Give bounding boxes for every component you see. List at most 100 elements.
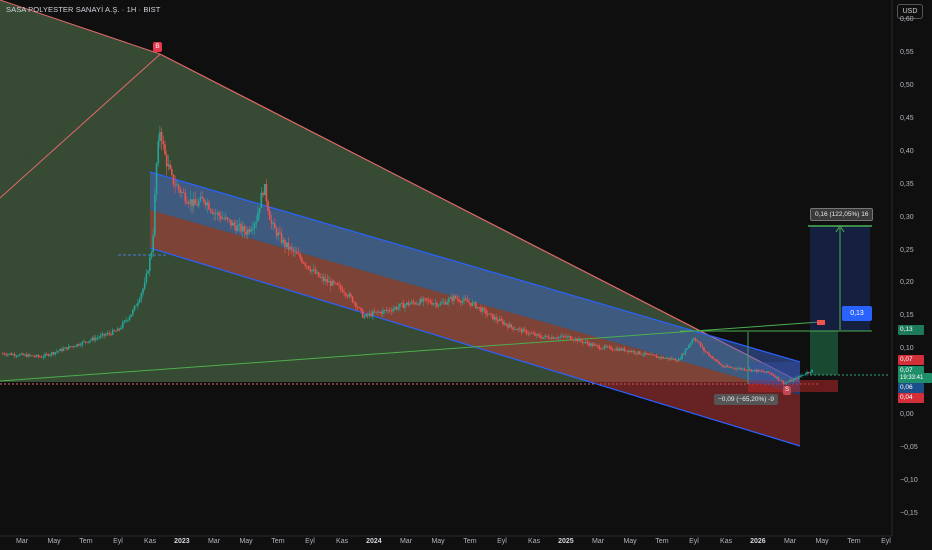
candle-body (268, 210, 271, 220)
candle-body (601, 348, 604, 350)
candle-body (290, 247, 293, 249)
candle-body (613, 349, 616, 351)
candle-body (431, 302, 433, 305)
candle-body (165, 154, 168, 167)
x-tick-label: Tem (271, 538, 285, 545)
candle-body (113, 330, 116, 332)
candle-body (608, 346, 611, 348)
candle-body (586, 341, 589, 344)
candle-body (415, 303, 418, 305)
candle-body (366, 314, 369, 316)
candle-body (370, 313, 372, 317)
long-measure-label: 0,16 (122,05%) 16 (810, 208, 874, 221)
candle-body (42, 356, 45, 358)
candle-body (693, 338, 695, 341)
candle-body (393, 307, 396, 310)
x-tick-label: Mar (207, 538, 221, 545)
candle-body (267, 201, 269, 211)
candle-body (306, 265, 308, 267)
candle-body (47, 354, 50, 356)
candle-body (434, 302, 437, 304)
candle-body (442, 301, 445, 303)
target-price-badge[interactable]: 0,13 (842, 306, 872, 321)
candle-body (488, 313, 491, 315)
candle-body (81, 341, 84, 346)
candle-body (524, 329, 526, 331)
candle-body (12, 354, 14, 356)
candle-body (329, 280, 332, 286)
candle-body (598, 345, 601, 349)
candle-body (417, 303, 420, 305)
candle-body (206, 202, 209, 206)
candle-body (59, 348, 62, 351)
candle-body (343, 292, 345, 294)
candle-body (426, 298, 428, 301)
candle-body (323, 277, 325, 281)
x-tick-label: 2025 (558, 538, 574, 545)
candle-body (791, 379, 793, 382)
candle-body (617, 348, 619, 351)
candle-body (338, 284, 340, 286)
candle-body (250, 229, 252, 232)
candle-body (23, 354, 26, 356)
candle-body (507, 325, 509, 328)
candle-body (676, 360, 678, 362)
candle-body (214, 212, 217, 214)
candle-body (534, 333, 536, 336)
candle-body (103, 333, 105, 336)
candle-body (350, 293, 352, 297)
y-tick-label: 0,25 (900, 246, 914, 254)
candle-body (414, 302, 416, 305)
candle-body (162, 141, 165, 145)
candle-body (143, 282, 146, 289)
candle-body (110, 333, 112, 335)
candle-body (348, 293, 350, 297)
candle-body (142, 288, 144, 294)
candle-body (742, 368, 744, 370)
candle-body (470, 302, 472, 306)
candle-body (292, 248, 295, 252)
candle-body (701, 346, 704, 348)
candle-body (88, 341, 90, 343)
candle-body (363, 316, 366, 318)
candle-body (446, 302, 448, 305)
low-marker[interactable]: S (783, 386, 791, 395)
candle-body (758, 369, 761, 371)
candle-body (326, 279, 329, 283)
candle-body (392, 309, 394, 312)
candle-body (698, 341, 700, 343)
candle-body (218, 212, 220, 216)
peak-marker[interactable]: B (153, 42, 162, 52)
candle-body (37, 355, 40, 357)
candle-body (716, 359, 719, 362)
candle-body (782, 380, 785, 384)
candle-body (17, 355, 19, 357)
candle-body (86, 342, 89, 343)
candle-body (502, 320, 504, 325)
candle-body (706, 352, 709, 354)
candle-body (279, 232, 281, 234)
candle-body (544, 335, 546, 338)
candle-body (96, 337, 99, 339)
candle-body (216, 212, 219, 214)
x-tick-label: Tem (847, 538, 861, 545)
price-chart[interactable] (0, 0, 932, 550)
candle-body (282, 239, 285, 243)
candle-body (512, 327, 514, 330)
candle-body (145, 273, 148, 283)
y-tick-label: 0,50 (900, 82, 914, 89)
candle-body (495, 317, 497, 320)
x-tick-label: Eyl (305, 538, 315, 545)
candle-body (84, 341, 87, 343)
candle-body (733, 367, 736, 369)
candle-body (321, 277, 323, 278)
candle-body (334, 283, 337, 284)
candle-body (419, 299, 421, 305)
candle-body (704, 350, 707, 353)
candle-body (138, 299, 141, 303)
candle-body (341, 288, 344, 293)
candle-body (407, 302, 410, 305)
candle-body (30, 355, 33, 357)
candle-body (530, 332, 533, 334)
long-entry-zone (810, 331, 838, 375)
